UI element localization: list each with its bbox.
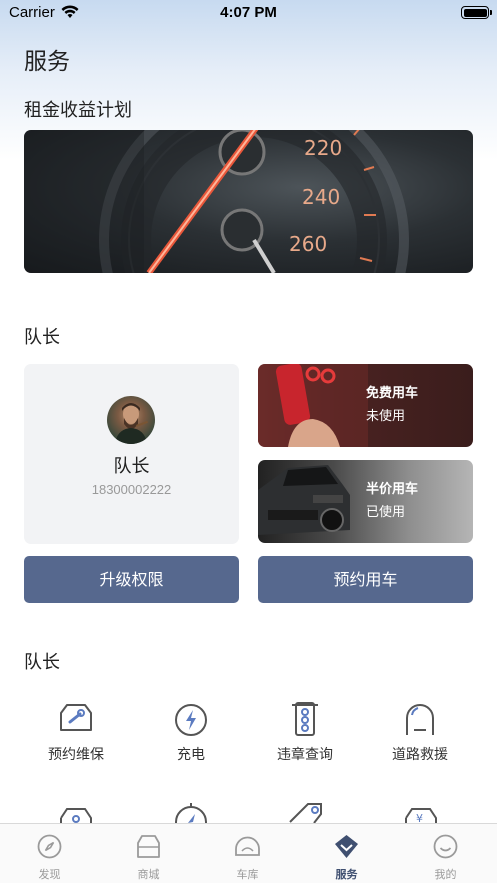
car-wrench-icon [60, 704, 92, 731]
battery-icon [461, 6, 492, 19]
member-name: 队长 [113, 456, 150, 477]
tab-service[interactable]: 服务 [297, 824, 396, 883]
tab-garage[interactable]: 车库 [198, 824, 297, 883]
road-rescue-icon [406, 704, 434, 735]
tab-label: 商城 [137, 868, 160, 881]
half-price-title: 半价用车 [366, 482, 419, 497]
rent-plan-banner[interactable]: 220 240 260 [24, 130, 473, 273]
tab-label: 发现 [38, 868, 61, 881]
service-label: 预约维保 [48, 747, 104, 763]
bottom-tab-bar: 发现 商城 车库 服务 我的 [0, 823, 497, 883]
car-key-image [258, 364, 368, 447]
member-card: 队长 18300002222 [24, 364, 239, 544]
gauge-label-260: 260 [289, 232, 327, 256]
charging-bolt-icon [175, 704, 207, 736]
tab-label: 服务 [335, 868, 358, 881]
traffic-light-icon [292, 702, 318, 736]
free-ride-card[interactable]: 免费用车 未使用 [258, 364, 473, 447]
tag-icon[interactable] [286, 800, 326, 823]
garage-icon [235, 836, 260, 856]
tab-label: 车库 [236, 868, 259, 881]
tab-shop[interactable]: 商城 [99, 824, 198, 883]
member-phone: 18300002222 [91, 482, 172, 497]
status-bar: Carrier 4:07 PM [0, 0, 497, 26]
status-time: 4:07 PM [220, 4, 277, 21]
gauge-label-240: 240 [302, 185, 340, 209]
tab-mine[interactable]: 我的 [396, 824, 495, 883]
gauge-label-220: 220 [304, 136, 342, 160]
sports-car-image [258, 465, 350, 535]
service-icon [335, 835, 358, 858]
half-price-status: 已使用 [366, 505, 406, 520]
free-ride-title: 免费用车 [366, 386, 419, 401]
service-label: 充电 [177, 747, 205, 763]
tab-label: 我的 [434, 868, 457, 881]
compass-icon [37, 834, 62, 859]
speedometer-image: 220 240 260 [24, 130, 409, 273]
avatar [107, 396, 155, 444]
service-label: 道路救援 [392, 747, 448, 763]
member-section-title: 队长 [24, 327, 60, 348]
service-label: 违章查询 [277, 747, 333, 763]
car-yen-icon[interactable]: ¥ [401, 800, 441, 823]
compass-icon[interactable] [171, 800, 211, 823]
free-ride-status: 未使用 [366, 409, 406, 424]
tab-discover[interactable]: 发现 [0, 824, 99, 883]
services-section-title: 队长 [24, 652, 60, 673]
svg-text:¥: ¥ [416, 812, 423, 823]
reserve-car-button[interactable]: 预约用车 [258, 556, 473, 603]
rent-plan-title: 租金收益计划 [24, 100, 132, 121]
car-icon[interactable] [56, 800, 96, 823]
smile-icon [433, 834, 458, 859]
upgrade-button[interactable]: 升级权限 [24, 556, 239, 603]
half-price-ride-card[interactable]: 半价用车 已使用 [258, 460, 473, 543]
shop-icon [137, 835, 160, 858]
page-title: 服务 [24, 49, 70, 75]
